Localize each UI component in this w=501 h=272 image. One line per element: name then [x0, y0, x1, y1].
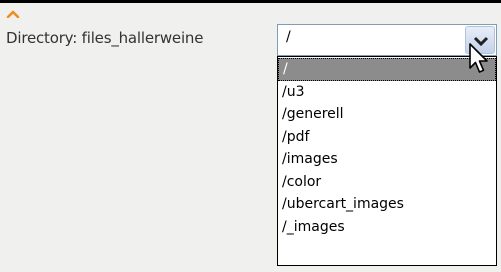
- dropdown-option-u3[interactable]: /u3: [278, 81, 496, 104]
- dropdown-option-root[interactable]: /: [278, 58, 496, 81]
- dropdown-option-generell[interactable]: /generell: [278, 103, 496, 126]
- dropdown-options-list: / /u3 /generell /pdf /images /color /ube…: [277, 56, 497, 266]
- selected-value: /: [286, 29, 291, 45]
- top-border: [0, 0, 501, 3]
- dropdown-option-pdf[interactable]: /pdf: [278, 126, 496, 149]
- chevron-up-icon[interactable]: [6, 9, 20, 18]
- dropdown-option-underscore-images[interactable]: /_images: [278, 216, 496, 239]
- dropdown-option-color[interactable]: /color: [278, 171, 496, 194]
- dropdown-option-ubercart-images[interactable]: /ubercart_images: [278, 193, 496, 216]
- directory-label: Directory: files_hallerweine: [6, 29, 204, 47]
- directory-select[interactable]: /: [277, 24, 497, 56]
- dropdown-option-images[interactable]: /images: [278, 148, 496, 171]
- mouse-pointer-icon: [469, 43, 488, 73]
